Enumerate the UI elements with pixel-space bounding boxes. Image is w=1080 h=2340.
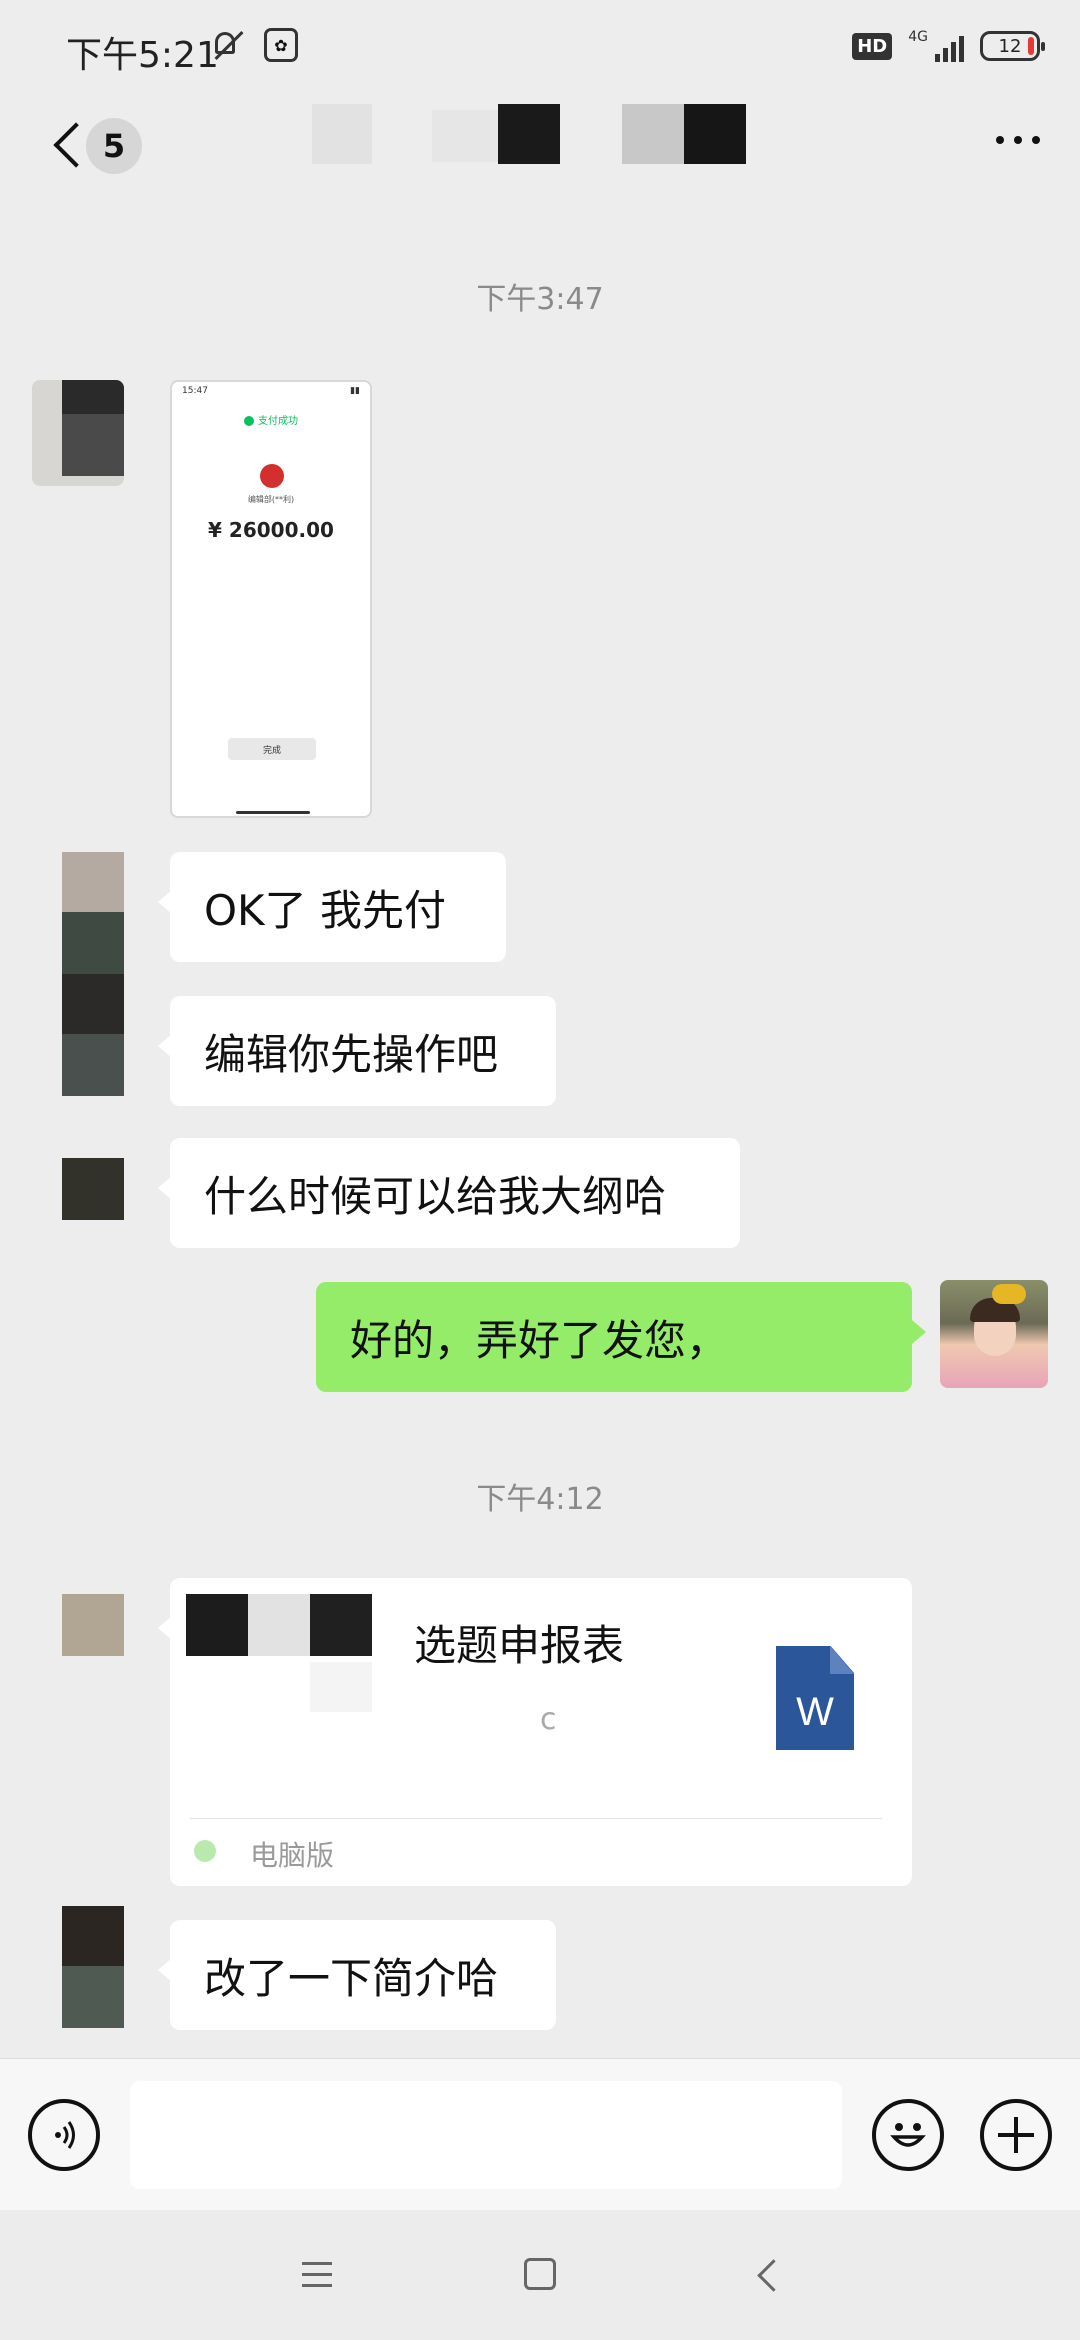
mute-bell-icon (210, 28, 244, 62)
payee-name: 编辑部(**利) (247, 495, 295, 504)
hd-badge: HD (852, 32, 893, 60)
contact-avatar[interactable] (62, 852, 124, 1096)
image-statusbar: 15:47 ▮▮ (182, 386, 360, 396)
paw-app-icon: ✿ (264, 28, 298, 62)
network-type: 4G (908, 29, 928, 45)
message-text: 编辑你先操作吧 (204, 1029, 499, 1079)
more-icon-dot (1032, 136, 1040, 144)
unread-count-badge: 5 (86, 118, 142, 174)
battery-level: 12 (998, 35, 1022, 57)
contact-avatar[interactable] (62, 1594, 124, 1656)
timestamp: 下午3:47 (476, 282, 604, 317)
my-message-bubble[interactable]: 好的，弄好了发您， (316, 1282, 926, 1392)
status-left-icons: ✿ (210, 28, 298, 62)
signal-icon: 4G (908, 30, 964, 62)
my-avatar[interactable] (940, 1280, 1048, 1388)
status-bar: 下午5:21 ✿ HD 4G 12 (0, 0, 1080, 96)
voice-icon (55, 2121, 75, 2149)
voice-button[interactable] (28, 2099, 100, 2171)
more-button[interactable] (996, 136, 1040, 144)
message-text: OK了 我先付 (204, 885, 446, 935)
plus-icon-vertical (1014, 2117, 1018, 2153)
battery-icon: 12 (980, 31, 1045, 61)
status-right-icons: HD 4G 12 (852, 30, 1045, 62)
payment-amount: ¥ 26000.00 (208, 518, 334, 542)
file-name: 选题申报表 (414, 1621, 625, 1670)
message-text: 好的，弄好了发您， (350, 1315, 729, 1365)
status-time: 下午5:21 (66, 35, 219, 76)
contact-avatar[interactable] (62, 1158, 124, 1220)
message-bubble[interactable]: 编辑你先操作吧 (158, 996, 556, 1106)
input-bar (0, 2058, 1080, 2211)
emoji-icon (890, 2123, 926, 2147)
message-bubble[interactable]: OK了 我先付 (158, 852, 506, 962)
merchant-logo (260, 464, 284, 488)
more-icon (996, 136, 1004, 144)
image-time: 15:47 (182, 386, 208, 396)
word-letter: W (796, 1690, 834, 1734)
file-size: c (540, 1702, 557, 1737)
timestamp: 下午4:12 (476, 1482, 604, 1517)
file-divider (190, 1818, 882, 1819)
source-app-icon (194, 1840, 216, 1862)
home-icon[interactable] (524, 2258, 556, 2290)
recent-apps-icon[interactable] (302, 2262, 332, 2295)
more-icon-dot (1014, 136, 1022, 144)
file-message-card[interactable]: 选题申报表 c W 电脑版 (158, 1578, 912, 1886)
home-indicator (236, 811, 310, 814)
emoji-button[interactable] (872, 2099, 944, 2171)
system-nav-bar (0, 2210, 1080, 2340)
done-button: 完成 (228, 738, 316, 760)
contact-avatar[interactable] (32, 380, 124, 486)
chat-title-redacted (312, 104, 746, 164)
payment-success-text: 支付成功 (172, 412, 370, 427)
plus-button[interactable] (980, 2099, 1052, 2171)
message-text: 什么时候可以给我大纲哈 (204, 1171, 667, 1221)
message-text: 改了一下简介哈 (204, 1953, 499, 2003)
contact-avatar[interactable] (62, 1906, 124, 2028)
payment-screenshot-image[interactable]: 15:47 ▮▮ 支付成功 编辑部(**利) ¥ 26000.00 完成 (170, 380, 372, 818)
file-source: 电脑版 (250, 1839, 335, 1872)
message-bubble[interactable]: 改了一下简介哈 (158, 1920, 556, 2030)
message-bubble[interactable]: 什么时候可以给我大纲哈 (158, 1138, 740, 1248)
message-input[interactable] (130, 2081, 842, 2189)
system-back-icon[interactable] (757, 2259, 790, 2292)
